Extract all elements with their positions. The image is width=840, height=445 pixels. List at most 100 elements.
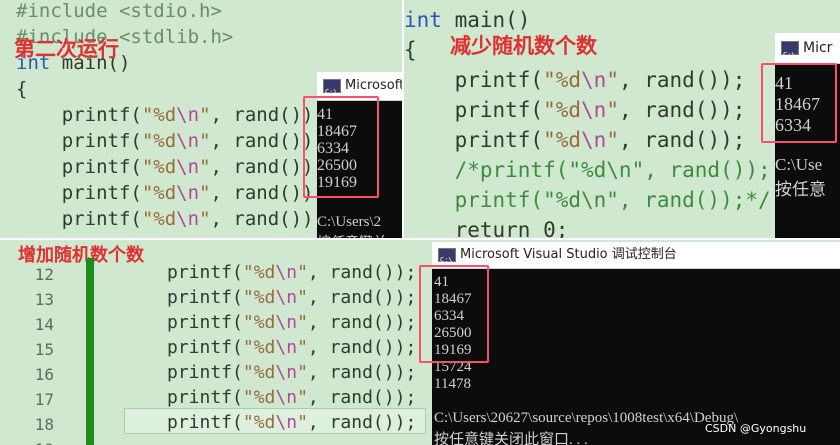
code-line[interactable]: printf("%d\n", rand());	[16, 102, 325, 128]
console-title: Micr	[803, 40, 833, 56]
code-line[interactable]: printf("%d\n", rand());	[16, 154, 325, 180]
code-line[interactable]: printf("%d\n", rand());	[167, 410, 416, 435]
code-token: \n	[275, 312, 298, 333]
code-token: "%d	[141, 130, 177, 152]
code-token: {	[16, 78, 28, 100]
code-token: printf(	[167, 312, 243, 333]
code-token: "	[606, 98, 619, 122]
code-token: printf(	[404, 98, 544, 122]
code-line[interactable]: #include <stdio.h>	[16, 0, 325, 24]
code-line[interactable]: return 0;	[404, 215, 771, 240]
code-token: \n	[581, 68, 607, 92]
code-token: printf(	[16, 182, 142, 204]
code-token: \n	[275, 337, 298, 358]
code-token: printf(	[16, 208, 142, 230]
highlight-box-panel3	[419, 265, 489, 363]
console-path: C:\Use	[775, 155, 823, 174]
code-line[interactable]: printf("%d\n", rand());	[167, 360, 416, 385]
code-token: "%d	[242, 262, 276, 283]
code-token: "	[199, 156, 211, 178]
code-token: "%d	[141, 156, 177, 178]
console-press-key: 按任意	[775, 180, 826, 199]
code-token: \n	[275, 362, 298, 383]
code-token: "	[297, 387, 308, 408]
code-token: "%d	[242, 337, 276, 358]
code-token: printf(	[167, 337, 243, 358]
line-number-gutter-item: 16	[34, 365, 54, 384]
code-token: "	[297, 287, 308, 308]
code-token: "	[606, 128, 619, 152]
code-token: \n	[275, 262, 298, 283]
code-token: , rand());	[307, 362, 417, 383]
code-token: printf(	[167, 412, 243, 433]
code-line[interactable]: /*printf("%d\n", rand());	[404, 155, 771, 185]
line-number-gutter-item: 19	[20, 437, 54, 445]
code-token: #include <stdio.h>	[16, 0, 222, 22]
code-line[interactable]: printf("%d\n", rand());	[167, 260, 416, 285]
code-line[interactable]: printf("%d\n", rand());	[404, 95, 771, 125]
console-titlebar[interactable]: Microsoft Visual Studio 调试控制台	[432, 242, 840, 269]
code-line[interactable]: printf("%d\n", rand());	[167, 335, 416, 360]
code-token: , rand());	[307, 262, 417, 283]
console-path: C:\Users\20627\source\repos\1008test\x64…	[434, 410, 739, 426]
code-line[interactable]: printf("%d\n", rand());	[404, 125, 771, 155]
code-token: "%d	[242, 287, 276, 308]
code-token: printf(	[16, 104, 142, 126]
code-line[interactable]: printf("%d\n", rand());	[167, 310, 416, 335]
code-token: , rand());	[307, 312, 417, 333]
highlight-box-panel1	[303, 96, 379, 198]
code-token: printf(	[167, 362, 243, 383]
code-token: "%d	[543, 128, 582, 152]
annotation-fewer-randoms: 减少随机数个数	[450, 34, 597, 58]
code-token: "	[297, 362, 308, 383]
code-token: "%d	[141, 104, 177, 126]
highlight-box-panel2	[761, 63, 837, 143]
code-line[interactable]: printf("%d\n", rand());	[167, 285, 416, 310]
line-number-gutter-item: 18	[34, 415, 54, 434]
code-token: , rand());	[307, 337, 417, 358]
console-app-icon	[781, 40, 799, 63]
console-titlebar[interactable]: Micr	[775, 33, 840, 64]
code-token: , rand());	[618, 68, 746, 92]
code-token: "	[199, 130, 211, 152]
code-token: , rand());	[307, 387, 417, 408]
code-line[interactable]: printf("%d\n", rand());	[404, 65, 771, 95]
code-line[interactable]: printf("%d\n", rand());	[167, 385, 416, 410]
console-title: Microsoft Visual Studio 调试控制台	[460, 247, 677, 262]
code-line[interactable]: {	[16, 76, 325, 102]
code-token: printf(	[167, 287, 243, 308]
panel-second-run: #include <stdio.h> #include <stdlib.h> int…	[0, 0, 403, 240]
panel-more-randoms: 增加随机数个数 1213141516171819 printf("%d\n", …	[0, 240, 840, 445]
code-token: "	[199, 104, 211, 126]
code-lines-panel3: printf("%d\n", rand()); printf("%d\n", ra…	[167, 260, 416, 435]
line-number-gutter-item: 15	[34, 340, 54, 359]
code-line[interactable]: printf("%d\n", rand());*/	[404, 185, 771, 215]
code-token: \n	[176, 182, 200, 204]
code-token: , rand());	[618, 128, 746, 152]
console-app-icon	[323, 78, 341, 100]
code-token: \n	[275, 412, 298, 433]
code-token: "	[199, 182, 211, 204]
console-press-key: 按任意键关闭此窗口. . .	[434, 432, 588, 445]
code-token: "%d	[242, 312, 276, 333]
code-line[interactable]: printf("%d\n", rand());	[16, 206, 325, 232]
code-token: , rand());	[307, 287, 417, 308]
code-line[interactable]: printf("%d\n", rand());	[16, 180, 325, 206]
code-token: "%d	[543, 68, 582, 92]
console-path: C:\Users\2	[317, 214, 382, 230]
console-window-panel3: Microsoft Visual Studio 调试控制台 4118467633…	[432, 242, 840, 445]
code-token: , rand());	[307, 412, 417, 433]
code-token: printf(	[16, 156, 142, 178]
code-token: printf(	[167, 387, 243, 408]
code-token: \n	[176, 104, 200, 126]
code-token: , rand());	[210, 208, 325, 230]
watermark: CSDN @Gyongshu	[705, 422, 807, 435]
divider-vertical	[402, 0, 404, 240]
line-number-gutter: 12 13 14 15 16 17 18 19	[20, 262, 54, 445]
code-token: "%d	[242, 362, 276, 383]
code-token: "	[297, 337, 308, 358]
code-token: \n	[275, 287, 298, 308]
console-title: Microsoft	[345, 78, 403, 93]
code-token: printf(	[167, 262, 243, 283]
code-line[interactable]: printf("%d\n", rand());	[16, 128, 325, 154]
